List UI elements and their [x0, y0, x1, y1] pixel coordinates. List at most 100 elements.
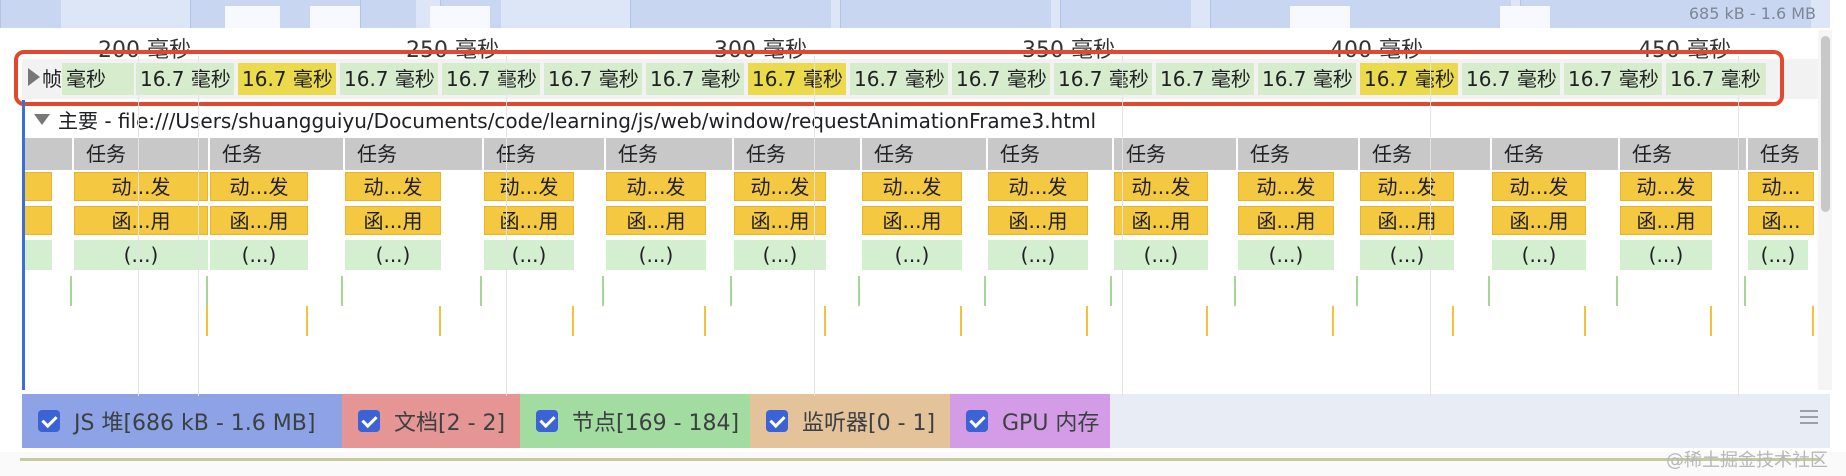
event-tick	[1110, 276, 1112, 306]
function-call-bar[interactable]: 函...用	[606, 206, 706, 235]
task-bar[interactable]	[24, 138, 72, 170]
paint-bar[interactable]: (...)	[484, 240, 574, 270]
legend-item[interactable]: GPU 内存	[950, 394, 1110, 448]
animation-frame-bar[interactable]: 动...发	[1492, 172, 1586, 201]
animation-frame-bar[interactable]: 动...	[1748, 172, 1814, 201]
expand-triangle-icon[interactable]	[28, 68, 40, 86]
function-call-bar[interactable]: 函...用	[862, 206, 962, 235]
paint-bar[interactable]: (...)	[988, 240, 1088, 270]
paint-bar[interactable]: (...)	[1748, 240, 1808, 270]
timeline-overview[interactable]	[0, 0, 1830, 28]
task-bar[interactable]: 任务	[1492, 138, 1618, 170]
legend-item[interactable]: 节点[169 - 184]	[520, 394, 750, 448]
task-bar[interactable]: 任务	[74, 138, 208, 170]
legend-item[interactable]: 文档[2 - 2]	[342, 394, 520, 448]
animation-frame-bar[interactable]: 动...发	[210, 172, 308, 201]
collapse-triangle-icon[interactable]	[34, 114, 50, 125]
paint-bar[interactable]: (...)	[734, 240, 826, 270]
frames-track[interactable]: 毫秒 16.7 毫秒 16.7 毫秒 16.7 毫秒 16.7 毫秒 16.7 毫秒 16.…	[22, 59, 1822, 99]
paint-bar[interactable]	[24, 240, 52, 270]
task-bar[interactable]: 任务	[1620, 138, 1746, 170]
task-bar[interactable]: 任务	[1238, 138, 1358, 170]
frame-cell[interactable]: 16.7 毫秒	[442, 63, 540, 95]
paint-bar[interactable]: (...)	[1620, 240, 1712, 270]
frame-cell[interactable]: 16.7 毫秒	[1564, 63, 1662, 95]
function-call-bar[interactable]: 函...用	[484, 206, 574, 235]
task-bar[interactable]: 任务	[606, 138, 732, 170]
checkbox-checked-icon[interactable]	[38, 410, 60, 432]
paint-bar[interactable]: (...)	[1238, 240, 1334, 270]
frame-cell[interactable]: 16.7 毫秒	[544, 63, 642, 95]
animation-frame-bar[interactable]: 动...发	[345, 172, 441, 201]
function-call-bar[interactable]: 函...用	[988, 206, 1088, 235]
paint-bar[interactable]: (...)	[1114, 240, 1208, 270]
frame-cell[interactable]: 16.7 毫秒	[136, 63, 234, 95]
frame-cell[interactable]: 16.7 毫秒	[1462, 63, 1560, 95]
frame-cell[interactable]: 16.7 毫秒	[1156, 63, 1254, 95]
task-bar[interactable]: 任务	[484, 138, 604, 170]
legend-item[interactable]: 监听器[0 - 1]	[750, 394, 950, 448]
frame-cell[interactable]: 16.7 毫秒	[1054, 63, 1152, 95]
animation-frame-bar[interactable]: 动...发	[484, 172, 574, 201]
frame-cell[interactable]: 16.7 毫秒	[1666, 63, 1766, 95]
animation-frame-bar[interactable]: 动...发	[1360, 172, 1454, 201]
paint-bar[interactable]: (...)	[606, 240, 706, 270]
task-bar[interactable]: 任务	[1748, 138, 1828, 170]
animation-frame-bar[interactable]: 动...发	[734, 172, 826, 201]
checkbox-checked-icon[interactable]	[966, 410, 988, 432]
animation-frame-bar[interactable]: 动...发	[1114, 172, 1208, 201]
task-bar[interactable]: 任务	[210, 138, 343, 170]
paint-bar[interactable]: (...)	[862, 240, 962, 270]
frame-cell[interactable]: 16.7 毫秒	[1258, 63, 1356, 95]
function-call-bar[interactable]: 函...用	[210, 206, 308, 235]
task-bar[interactable]: 任务	[734, 138, 860, 170]
task-bar[interactable]: 任务	[988, 138, 1112, 170]
event-tick	[1710, 306, 1712, 336]
frame-cell[interactable]: 16.7 毫秒	[340, 63, 438, 95]
function-call-bar[interactable]: 函...用	[74, 206, 208, 235]
task-bar[interactable]: 任务	[1360, 138, 1490, 170]
event-tick	[602, 276, 604, 306]
animation-frame-bar[interactable]: 动...发	[1620, 172, 1712, 201]
function-call-bar[interactable]: 函...用	[1238, 206, 1334, 235]
function-call-bar[interactable]	[24, 206, 52, 235]
checkbox-checked-icon[interactable]	[766, 410, 788, 432]
animation-frame-bar[interactable]: 动...发	[988, 172, 1088, 201]
menu-icon[interactable]	[1800, 410, 1818, 424]
function-call-bar[interactable]: 函...用	[1492, 206, 1586, 235]
frame-cell[interactable]: 16.7 毫秒	[1360, 63, 1458, 95]
checkbox-checked-icon[interactable]	[358, 410, 380, 432]
scrollbar-thumb[interactable]	[1821, 36, 1830, 212]
function-call-bar[interactable]: 函...用	[1620, 206, 1712, 235]
frame-cell[interactable]: 16.7 毫秒	[238, 63, 336, 95]
task-bar[interactable]: 任务	[345, 138, 482, 170]
function-call-bar[interactable]: 函...用	[345, 206, 441, 235]
function-call-bar[interactable]: 函...用	[734, 206, 826, 235]
memory-range-label: 685 kB - 1.6 MB	[1688, 4, 1816, 23]
animation-frame-bar[interactable]: 动...发	[74, 172, 208, 201]
paint-bar[interactable]: (...)	[1492, 240, 1586, 270]
legend-item[interactable]: JS 堆[686 kB - 1.6 MB]	[22, 394, 342, 448]
animation-frame-bar[interactable]	[24, 172, 52, 201]
frame-cell[interactable]: 毫秒	[62, 63, 134, 95]
animation-frame-bar[interactable]: 动...发	[862, 172, 962, 201]
paint-bar[interactable]: (...)	[1360, 240, 1454, 270]
function-call-bar[interactable]: 函...	[1748, 206, 1814, 235]
frame-cell[interactable]: 16.7 毫秒	[952, 63, 1050, 95]
frame-cell[interactable]: 16.7 毫秒	[646, 63, 744, 95]
legend-label: JS 堆[686 kB - 1.6 MB]	[74, 411, 316, 436]
paint-bar[interactable]: (...)	[345, 240, 441, 270]
paint-bar[interactable]: (...)	[74, 240, 208, 270]
task-bar[interactable]: 任务	[862, 138, 986, 170]
task-bar[interactable]: 任务	[1114, 138, 1236, 170]
animation-frame-bar[interactable]: 动...发	[1238, 172, 1334, 201]
paint-bar[interactable]: (...)	[210, 240, 308, 270]
frame-cell[interactable]: 16.7 毫秒	[850, 63, 948, 95]
frame-cell[interactable]: 16.7 毫秒	[748, 63, 846, 95]
checkbox-checked-icon[interactable]	[536, 410, 558, 432]
function-call-bar[interactable]: 函...用	[1114, 206, 1208, 235]
animation-frame-bar[interactable]: 动...发	[606, 172, 706, 201]
event-tick	[70, 276, 72, 306]
gridline	[814, 56, 815, 396]
function-call-bar[interactable]: 函...用	[1360, 206, 1454, 235]
